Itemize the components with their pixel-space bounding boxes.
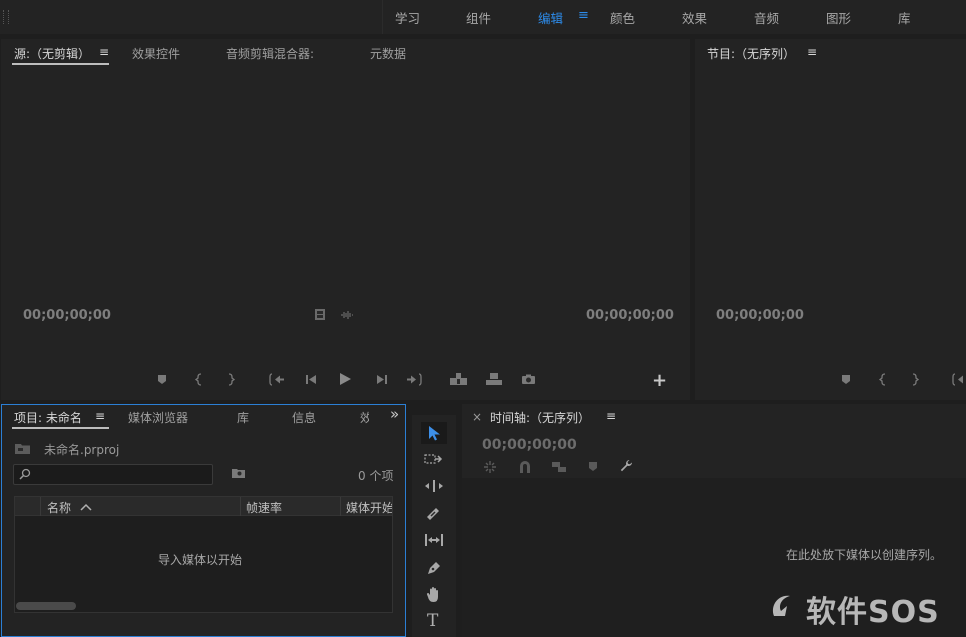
workspace-tab-learn[interactable]: 学习 bbox=[395, 8, 420, 27]
tab-audio-clip-mixer[interactable]: 音频剪辑混合器: bbox=[226, 45, 314, 62]
tab-source[interactable]: 源:（无剪辑） bbox=[14, 45, 90, 62]
workspace-tab-audio[interactable]: 音频 bbox=[754, 8, 779, 27]
razor-tool-icon[interactable] bbox=[426, 506, 442, 522]
workspace-tab-effects[interactable]: 效果 bbox=[682, 8, 707, 27]
column-separator bbox=[40, 497, 41, 516]
timeline-add-marker-icon[interactable] bbox=[588, 461, 598, 472]
export-frame-icon[interactable] bbox=[521, 374, 536, 385]
tab-metadata[interactable]: 元数据 bbox=[370, 45, 406, 62]
tab-effect-controls[interactable]: 效果控件 bbox=[132, 45, 180, 62]
play-icon[interactable] bbox=[339, 372, 352, 386]
program-add-marker-icon[interactable] bbox=[841, 374, 851, 385]
panel-overflow-icon[interactable]: » bbox=[390, 405, 399, 423]
source-panel-menu-icon[interactable]: ≡ bbox=[99, 45, 109, 59]
column-separator bbox=[340, 497, 341, 516]
tab-program[interactable]: 节目:（无序列） bbox=[707, 45, 795, 62]
sort-ascending-icon[interactable] bbox=[80, 503, 92, 511]
drag-grip[interactable] bbox=[3, 10, 9, 24]
program-panel-menu-icon[interactable]: ≡ bbox=[807, 45, 817, 59]
go-to-in-icon[interactable] bbox=[269, 373, 285, 386]
hand-tool-icon[interactable] bbox=[426, 586, 442, 603]
mark-in-icon[interactable] bbox=[195, 373, 203, 386]
overwrite-icon[interactable] bbox=[485, 372, 503, 386]
watermark-logo-icon bbox=[768, 590, 802, 627]
snap-magnet-icon[interactable] bbox=[518, 460, 532, 474]
nest-sequence-icon[interactable] bbox=[483, 460, 497, 474]
workspace-separator bbox=[382, 0, 383, 34]
column-header-frame-rate[interactable]: 帧速率 bbox=[246, 499, 282, 516]
track-select-forward-tool-icon[interactable] bbox=[424, 452, 444, 466]
project-tab-underline bbox=[12, 427, 109, 429]
source-playhead-timecode[interactable]: 00;00;00;00 bbox=[23, 308, 111, 323]
project-bin-icon bbox=[14, 442, 31, 455]
step-forward-icon[interactable] bbox=[375, 374, 388, 385]
slip-tool-icon[interactable] bbox=[424, 533, 444, 547]
close-timeline-icon[interactable]: × bbox=[472, 410, 482, 424]
timeline-panel-menu-icon[interactable]: ≡ bbox=[606, 409, 616, 423]
project-list-header bbox=[15, 497, 392, 516]
project-item-count: 0 个项 bbox=[358, 469, 394, 483]
program-mark-out-icon[interactable] bbox=[911, 373, 919, 386]
program-playhead-timecode[interactable]: 00;00;00;00 bbox=[716, 308, 804, 323]
source-duration-timecode[interactable]: 00;00;00;00 bbox=[586, 308, 674, 323]
timeline-settings-wrench-icon[interactable] bbox=[619, 459, 634, 474]
workspace-tab-assembly[interactable]: 组件 bbox=[466, 8, 491, 27]
watermark-text: 软件SOS bbox=[806, 595, 940, 630]
insert-icon[interactable] bbox=[449, 372, 468, 386]
film-icon[interactable] bbox=[314, 308, 326, 321]
empty-project-message: 导入媒体以开始 bbox=[158, 553, 243, 567]
search-icon bbox=[19, 468, 31, 480]
tab-effects-truncated[interactable]: 效 bbox=[360, 409, 369, 426]
go-to-out-icon[interactable] bbox=[406, 373, 422, 386]
workspace-menu-icon[interactable]: ≡ bbox=[578, 8, 589, 23]
program-monitor-panel bbox=[695, 39, 966, 400]
column-header-media-start[interactable]: 媒体开始 bbox=[346, 499, 392, 516]
tab-project[interactable]: 项目: 未命名 bbox=[14, 409, 82, 426]
column-separator bbox=[240, 497, 241, 516]
column-header-name[interactable]: 名称 bbox=[47, 499, 71, 516]
find-icon[interactable] bbox=[231, 467, 246, 479]
button-editor-add-icon[interactable]: + bbox=[652, 370, 667, 391]
linked-selection-icon[interactable] bbox=[551, 460, 567, 474]
workspace-tab-color[interactable]: 颜色 bbox=[610, 8, 635, 27]
type-tool-icon[interactable]: T bbox=[427, 611, 438, 631]
project-search-input[interactable] bbox=[13, 464, 213, 485]
selection-tool-icon[interactable] bbox=[427, 425, 441, 441]
tab-libraries[interactable]: 库 bbox=[237, 409, 249, 426]
tab-timeline[interactable]: 时间轴:（无序列） bbox=[490, 409, 590, 426]
project-panel-menu-icon[interactable]: ≡ bbox=[95, 409, 105, 423]
workspace-tab-graphics[interactable]: 图形 bbox=[826, 8, 851, 27]
tab-media-browser[interactable]: 媒体浏览器 bbox=[128, 409, 188, 426]
project-file-name: 未命名.prproj bbox=[44, 443, 120, 457]
tab-info[interactable]: 信息 bbox=[292, 409, 316, 426]
step-back-icon[interactable] bbox=[305, 374, 318, 385]
horizontal-scrollbar[interactable] bbox=[16, 602, 76, 610]
program-mark-in-icon[interactable] bbox=[879, 373, 887, 386]
tools-panel bbox=[412, 415, 456, 637]
audio-waveform-icon[interactable] bbox=[340, 310, 354, 320]
mark-out-icon[interactable] bbox=[227, 373, 235, 386]
source-monitor-panel bbox=[1, 39, 690, 400]
ripple-edit-tool-icon[interactable] bbox=[424, 479, 444, 493]
add-marker-icon[interactable] bbox=[157, 374, 167, 385]
active-tab-underline bbox=[12, 63, 109, 65]
workspace-tab-libraries[interactable]: 库 bbox=[898, 8, 911, 27]
timeline-drop-hint: 在此处放下媒体以创建序列。 bbox=[786, 548, 943, 562]
timeline-playhead-timecode[interactable]: 00;00;00;00 bbox=[482, 437, 577, 453]
workspace-tab-editing[interactable]: 编辑 bbox=[538, 8, 563, 27]
program-go-to-in-icon[interactable] bbox=[952, 373, 966, 386]
pen-tool-icon[interactable] bbox=[426, 560, 442, 576]
